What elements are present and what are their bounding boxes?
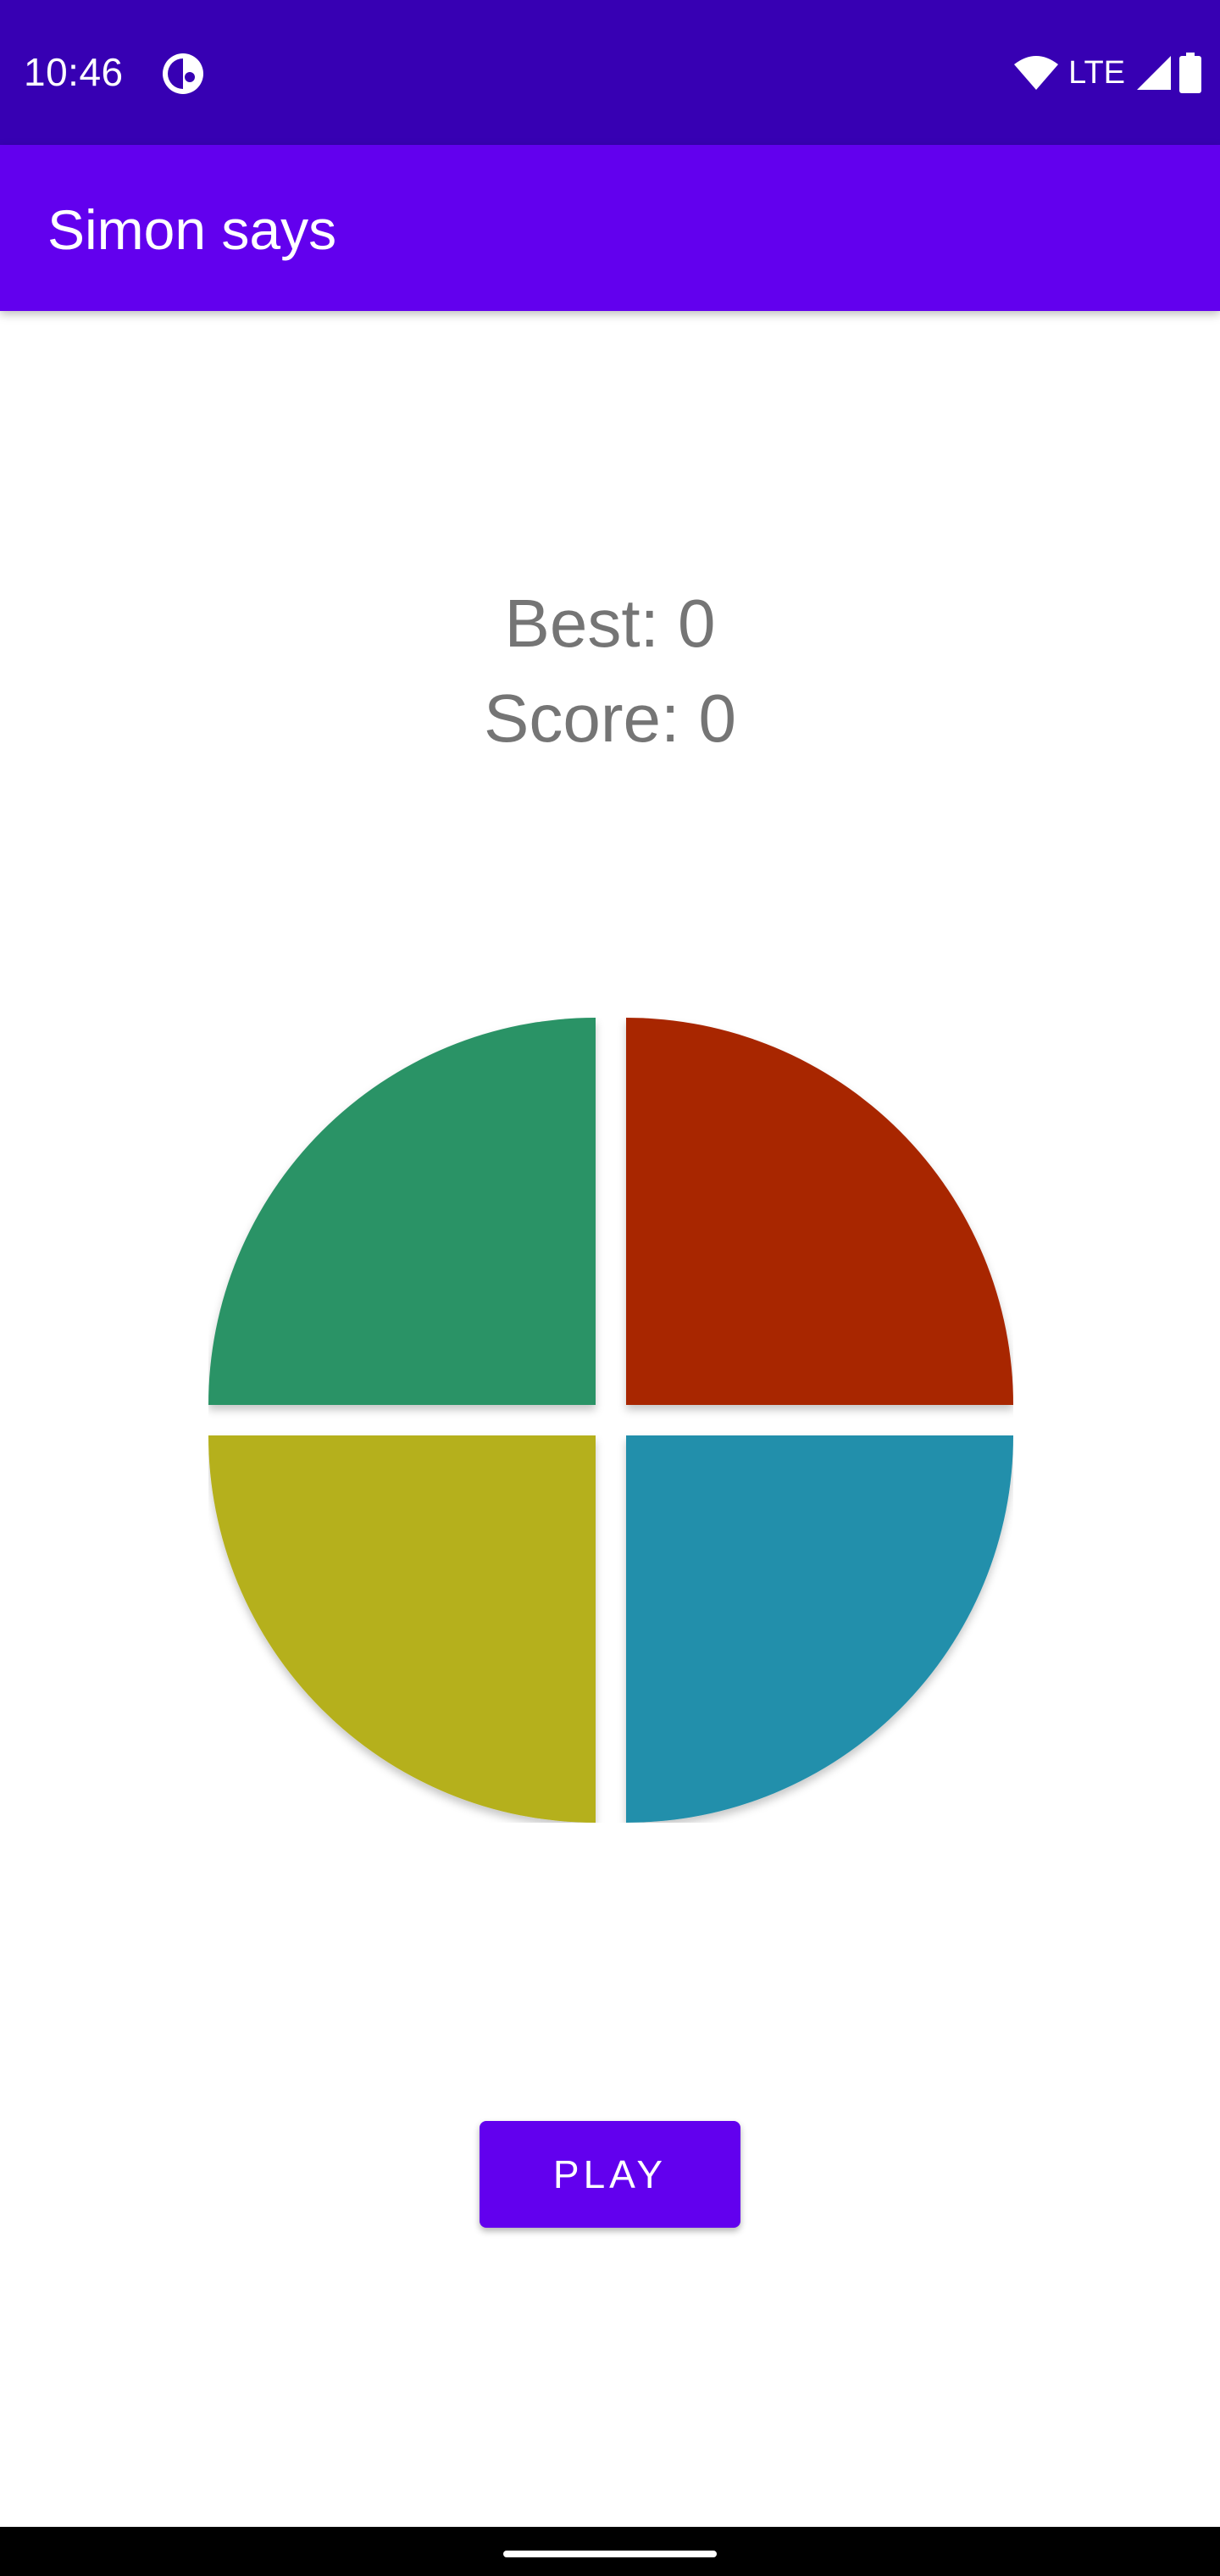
score-panel: Best: 0 Score: 0 [0,576,1220,766]
battery-icon [1179,53,1201,93]
best-score: Best: 0 [504,586,716,661]
app-notification-icon [163,53,203,94]
blue-quadrant-button[interactable] [626,1435,1013,1823]
play-button[interactable]: PLAY [480,2121,740,2228]
wifi-icon [1014,56,1059,90]
green-quadrant-button[interactable] [208,1018,596,1405]
system-navigation-bar [0,2527,1220,2576]
status-bar: 10:46 LTE [0,0,1220,145]
current-score: Score: 0 [484,680,736,756]
status-time: 10:46 [24,50,124,94]
app-bar: Simon says [0,145,1220,311]
red-quadrant-button[interactable] [626,1018,1013,1405]
simon-board [208,1018,1013,1823]
app-title: Simon says [47,198,337,261]
cellular-signal-icon [1137,56,1171,90]
status-icons: LTE [1012,49,1201,97]
home-gesture-handle[interactable] [503,2551,717,2557]
network-type-label: LTE [1068,54,1125,91]
yellow-quadrant-button[interactable] [208,1435,596,1823]
